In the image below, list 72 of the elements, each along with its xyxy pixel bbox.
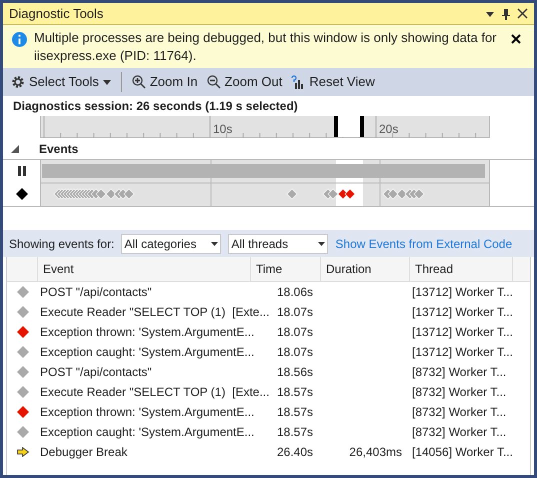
ruler-label: 10s bbox=[213, 121, 232, 138]
selection-handle[interactable] bbox=[360, 116, 364, 137]
table-cell: Execute Reader "SELECT TOP (1) [Exte... bbox=[40, 305, 270, 319]
table-cell: 18.57s bbox=[276, 385, 313, 399]
table-cell: [13712] Worker T... bbox=[412, 345, 513, 359]
zoom-in-button[interactable]: Zoom In bbox=[128, 71, 201, 93]
filter-label: Showing events for: bbox=[9, 236, 114, 252]
reset-view-button[interactable]: Reset View bbox=[288, 71, 378, 93]
table-cell: 18.07s bbox=[276, 325, 313, 339]
diamond-icon bbox=[16, 386, 28, 398]
diamond-icon bbox=[16, 286, 28, 298]
arrow-icon bbox=[16, 447, 28, 457]
column-header[interactable]: Event bbox=[38, 257, 251, 281]
diamond-icon bbox=[16, 406, 28, 418]
zoom-out-icon bbox=[206, 75, 221, 89]
table-cell: [8732] Worker T... bbox=[412, 385, 506, 399]
caret-icon bbox=[318, 242, 326, 246]
timeline-ruler[interactable]: 10s 20s bbox=[40, 116, 490, 138]
window-title: Diagnostic Tools bbox=[9, 4, 104, 23]
diamond-icon bbox=[16, 366, 28, 378]
table-cell: POST "/api/contacts" bbox=[40, 285, 152, 299]
table-cell: POST "/api/contacts" bbox=[40, 365, 152, 379]
close-icon[interactable] bbox=[517, 8, 528, 19]
table-cell: 26,403ms bbox=[349, 445, 402, 459]
column-header[interactable]: Time bbox=[251, 257, 321, 281]
column-header[interactable]: Duration bbox=[321, 257, 410, 281]
category-dropdown[interactable]: All categories bbox=[121, 234, 222, 254]
selection-handle[interactable] bbox=[334, 116, 338, 137]
diamond-icon bbox=[16, 306, 28, 318]
diamond-icon bbox=[16, 346, 28, 358]
table-cell: [8732] Worker T... bbox=[412, 405, 506, 419]
table-cell: Exception caught: 'System.ArgumentE... bbox=[40, 345, 254, 359]
caret-icon bbox=[211, 242, 218, 246]
table-cell: [13712] Worker T... bbox=[412, 305, 513, 319]
table-cell: [13712] Worker T... bbox=[412, 325, 513, 339]
collapse-icon[interactable] bbox=[11, 145, 19, 153]
thread-dropdown[interactable]: All threads bbox=[228, 234, 328, 254]
table-cell: 18.07s bbox=[276, 305, 313, 319]
zoom-in-icon bbox=[132, 75, 146, 89]
select-tools-button[interactable]: Select Tools bbox=[8, 71, 114, 93]
table-cell: [14056] Worker T... bbox=[412, 445, 513, 459]
info-icon bbox=[12, 32, 27, 47]
diamond-icon bbox=[16, 188, 28, 200]
zoom-out-button[interactable]: Zoom Out bbox=[204, 71, 286, 93]
caret-icon bbox=[102, 80, 111, 84]
gear-icon bbox=[11, 75, 25, 89]
table-cell: Exception caught: 'System.ArgumentE... bbox=[40, 425, 254, 439]
table-cell: [13712] Worker T... bbox=[412, 285, 513, 299]
column-header[interactable]: Thread bbox=[410, 257, 513, 281]
table-cell: [8732] Worker T... bbox=[412, 425, 506, 439]
close-icon[interactable] bbox=[511, 34, 521, 44]
table-cell: 18.07s bbox=[276, 345, 313, 359]
table-cell: [8732] Worker T... bbox=[412, 365, 506, 379]
section-title: Events bbox=[39, 141, 78, 158]
external-code-link[interactable]: Show Events from External Code bbox=[335, 234, 512, 252]
pin-icon[interactable] bbox=[501, 8, 511, 20]
diamond-icon bbox=[16, 426, 28, 438]
table-cell: 26.40s bbox=[276, 445, 313, 459]
table-cell: 18.57s bbox=[276, 405, 313, 419]
ruler-label: 20s bbox=[379, 121, 398, 138]
session-summary: Diagnostics session: 26 seconds (1.19 s selected) bbox=[13, 98, 298, 115]
table-cell: Debugger Break bbox=[40, 445, 128, 459]
info-message: Multiple processes are being debugged, but this window is only showing data for iisexpress.exe (PID: 11764). bbox=[34, 29, 498, 65]
table-cell: 18.57s bbox=[276, 425, 313, 439]
table-cell: Exception thrown: 'System.ArgumentE... bbox=[40, 405, 254, 419]
diamond-icon bbox=[16, 326, 28, 338]
pause-icon bbox=[18, 166, 26, 176]
table-cell: 18.06s bbox=[276, 285, 313, 299]
table-cell: Exception thrown: 'System.ArgumentE... bbox=[40, 325, 254, 339]
table-cell: Execute Reader "SELECT TOP (1) [Exte... bbox=[40, 385, 270, 399]
bar-chart-icon bbox=[291, 75, 306, 89]
table-cell: 18.56s bbox=[276, 365, 313, 379]
